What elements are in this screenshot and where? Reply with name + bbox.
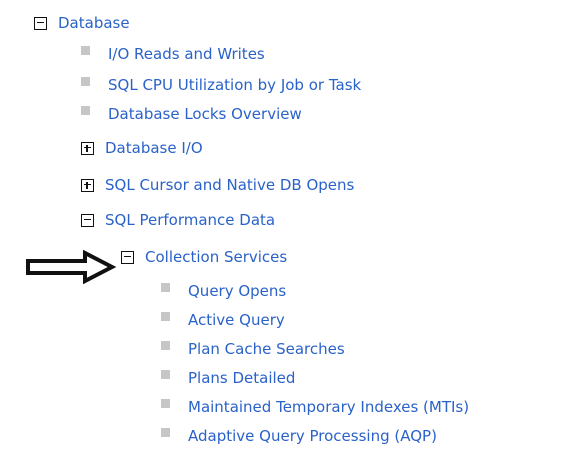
tree-leaf-database-locks-overview[interactable]: Database Locks Overview [81, 104, 302, 124]
square-bullet-icon [81, 46, 90, 55]
tree-leaf-label[interactable]: Plan Cache Searches [188, 340, 345, 358]
tree-leaf-label[interactable]: Active Query [188, 311, 285, 329]
expand-icon[interactable] [81, 141, 94, 155]
square-bullet-icon [161, 428, 170, 437]
tree-leaf-plans-detailed[interactable]: Plans Detailed [161, 368, 295, 388]
square-bullet-icon [161, 312, 170, 321]
tree-view: Database I/O Reads and Writes SQL CPU Ut… [0, 0, 576, 453]
tree-node-label[interactable]: SQL Performance Data [105, 211, 275, 229]
tree-leaf-plan-cache-searches[interactable]: Plan Cache Searches [161, 339, 345, 359]
square-bullet-icon [161, 341, 170, 350]
tree-leaf-io-reads-writes[interactable]: I/O Reads and Writes [81, 44, 265, 64]
tree-node-label[interactable]: Database [58, 14, 130, 32]
tree-leaf-query-opens[interactable]: Query Opens [161, 281, 286, 301]
collapse-icon[interactable] [81, 213, 94, 227]
tree-leaf-label[interactable]: Adaptive Query Processing (AQP) [188, 427, 437, 445]
square-bullet-icon [81, 106, 90, 115]
tree-node-sql-cursor-native-db-opens[interactable]: SQL Cursor and Native DB Opens [81, 175, 354, 195]
square-bullet-icon [161, 283, 170, 292]
tree-leaf-label[interactable]: Query Opens [188, 282, 286, 300]
tree-leaf-label[interactable]: Database Locks Overview [108, 105, 302, 123]
tree-leaf-label[interactable]: Plans Detailed [188, 369, 295, 387]
square-bullet-icon [161, 399, 170, 408]
tree-leaf-maintained-temporary-indexes[interactable]: Maintained Temporary Indexes (MTIs) [161, 397, 469, 417]
tree-node-collection-services[interactable]: Collection Services [121, 247, 287, 267]
tree-leaf-sql-cpu-utilization[interactable]: SQL CPU Utilization by Job or Task [81, 75, 361, 95]
tree-node-label[interactable]: Collection Services [145, 248, 287, 266]
collapse-icon[interactable] [34, 16, 47, 30]
collapse-icon[interactable] [121, 250, 134, 264]
tree-node-label[interactable]: SQL Cursor and Native DB Opens [105, 176, 354, 194]
expand-icon[interactable] [81, 178, 94, 192]
tree-node-sql-performance-data[interactable]: SQL Performance Data [81, 210, 275, 230]
tree-node-database[interactable]: Database [34, 13, 130, 33]
tree-leaf-label[interactable]: I/O Reads and Writes [108, 45, 265, 63]
tree-leaf-label[interactable]: SQL CPU Utilization by Job or Task [108, 76, 361, 94]
square-bullet-icon [161, 370, 170, 379]
square-bullet-icon [81, 77, 90, 86]
tree-leaf-label[interactable]: Maintained Temporary Indexes (MTIs) [188, 398, 469, 416]
right-arrow-icon [26, 250, 117, 284]
tree-leaf-active-query[interactable]: Active Query [161, 310, 285, 330]
tree-node-label[interactable]: Database I/O [105, 139, 203, 157]
tree-node-database-io[interactable]: Database I/O [81, 138, 203, 158]
tree-leaf-adaptive-query-processing[interactable]: Adaptive Query Processing (AQP) [161, 426, 437, 446]
